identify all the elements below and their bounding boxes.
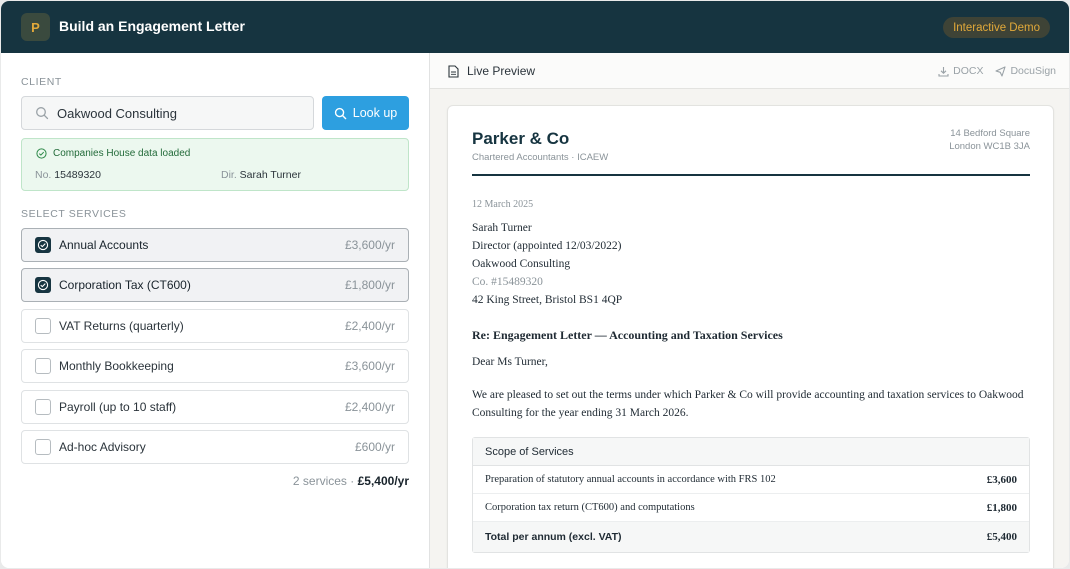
letter-salutation: Dear Ms Turner, bbox=[472, 356, 548, 368]
scope-row-amount: £3,600 bbox=[986, 473, 1017, 486]
director: Dir. Sarah Turner bbox=[221, 169, 301, 181]
service-price: £2,400/yr bbox=[344, 400, 395, 414]
scope-row: Preparation of statutory annual accounts… bbox=[473, 466, 1029, 494]
scope-row: Corporation tax return (CT600) and compu… bbox=[473, 494, 1029, 522]
builder-panel: CLIENT Oakwood Consulting Look up Compan… bbox=[1, 53, 429, 568]
service-name: Annual Accounts bbox=[59, 238, 149, 252]
checkbox[interactable] bbox=[35, 399, 51, 415]
service-option[interactable]: Monthly Bookkeeping £3,600/yr bbox=[21, 349, 409, 383]
checkbox-checked[interactable] bbox=[35, 237, 51, 253]
docx-button[interactable]: DOCX bbox=[938, 65, 983, 77]
scope-heading: Scope of Services bbox=[473, 438, 1029, 466]
status-text: Companies House data loaded bbox=[53, 148, 191, 159]
services-section-label: SELECT SERVICES bbox=[21, 208, 127, 220]
firm-address-line1: 14 Bedford Square bbox=[950, 128, 1030, 139]
docusign-label: DocuSign bbox=[1010, 65, 1056, 77]
check-circle-icon bbox=[36, 148, 47, 159]
firm-address: 14 Bedford Square London WC1B 3JA bbox=[949, 127, 1030, 153]
scope-total-row: Total per annum (excl. VAT) £5,400 bbox=[473, 522, 1029, 552]
preview-header: Live Preview DOCX DocuSign bbox=[430, 53, 1069, 89]
companies-house-status: Companies House data loaded bbox=[36, 148, 190, 159]
checkbox[interactable] bbox=[35, 358, 51, 374]
document-icon bbox=[448, 64, 459, 78]
service-option[interactable]: Corporation Tax (CT600) £1,800/yr bbox=[21, 268, 409, 302]
service-option[interactable]: Ad-hoc Advisory £600/yr bbox=[21, 430, 409, 464]
scope-total-label: Total per annum (excl. VAT) bbox=[485, 531, 622, 543]
service-price: £1,800/yr bbox=[344, 278, 395, 292]
letter-body: We are pleased to set out the terms unde… bbox=[472, 389, 1024, 419]
recipient-company: Oakwood Consulting bbox=[472, 258, 571, 270]
recipient-address: 42 King Street, Bristol BS1 4QP bbox=[472, 294, 623, 306]
client-section-label: CLIENT bbox=[21, 76, 62, 88]
app-logo: P bbox=[21, 13, 50, 41]
docx-label: DOCX bbox=[953, 65, 984, 77]
service-price: £600/yr bbox=[354, 440, 395, 454]
letter-document: Parker & Co Chartered Accountants · ICAE… bbox=[447, 105, 1054, 568]
scope-row-desc: Preparation of statutory annual accounts… bbox=[485, 474, 776, 485]
preview-panel: Live Preview DOCX DocuSign Parker & Co C… bbox=[429, 53, 1069, 568]
top-bar: P Build an Engagement Letter Interactive… bbox=[1, 1, 1069, 53]
scope-row-desc: Corporation tax return (CT600) and compu… bbox=[485, 502, 695, 513]
checkbox[interactable] bbox=[35, 318, 51, 334]
header-rule bbox=[472, 174, 1030, 176]
app-window: P Build an Engagement Letter Interactive… bbox=[1, 1, 1069, 568]
service-option[interactable]: VAT Returns (quarterly) £2,400/yr bbox=[21, 309, 409, 343]
service-name: Ad-hoc Advisory bbox=[59, 440, 146, 454]
recipient-company-number: Co. #15489320 bbox=[472, 276, 543, 288]
service-price: £2,400/yr bbox=[344, 319, 395, 333]
director-value: Sarah Turner bbox=[239, 169, 301, 181]
checkbox[interactable] bbox=[35, 439, 51, 455]
preview-title: Live Preview bbox=[448, 64, 535, 78]
company-number: No. 15489320 bbox=[35, 169, 101, 181]
check-circle-icon bbox=[37, 279, 49, 291]
service-price: £3,600/yr bbox=[344, 359, 395, 373]
services-summary: 2 services · £5,400/yr bbox=[293, 474, 409, 488]
firm-name: Parker & Co bbox=[472, 129, 570, 148]
company-number-label: No. bbox=[35, 169, 52, 181]
lookup-label: Look up bbox=[352, 106, 398, 120]
summary-total: £5,400/yr bbox=[357, 474, 409, 488]
preview-title-text: Live Preview bbox=[467, 64, 536, 78]
companies-house-panel: Companies House data loaded No. 15489320… bbox=[21, 138, 409, 191]
firm-subtitle: Chartered Accountants · ICAEW bbox=[472, 152, 609, 163]
send-icon bbox=[995, 65, 1007, 77]
service-name: Monthly Bookkeeping bbox=[59, 359, 174, 373]
docusign-button[interactable]: DocuSign bbox=[995, 65, 1056, 77]
recipient-name: Sarah Turner bbox=[472, 222, 532, 234]
company-number-value: 15489320 bbox=[54, 169, 101, 181]
export-actions: DOCX DocuSign bbox=[938, 65, 1056, 77]
service-price: £3,600/yr bbox=[344, 238, 395, 252]
firm-address-line2: London WC1B 3JA bbox=[949, 141, 1030, 152]
service-option[interactable]: Annual Accounts £3,600/yr bbox=[21, 228, 409, 262]
client-search-input[interactable]: Oakwood Consulting bbox=[21, 96, 314, 130]
recipient-role: Director (appointed 12/03/2022) bbox=[472, 240, 622, 252]
director-label: Dir. bbox=[221, 169, 237, 181]
service-option[interactable]: Payroll (up to 10 staff) £2,400/yr bbox=[21, 390, 409, 424]
search-icon bbox=[36, 107, 49, 120]
letter-subject: Re: Engagement Letter — Accounting and T… bbox=[472, 328, 783, 342]
lookup-button[interactable]: Look up bbox=[322, 96, 409, 130]
service-name: VAT Returns (quarterly) bbox=[59, 319, 184, 333]
checkbox-checked[interactable] bbox=[35, 277, 51, 293]
service-name: Payroll (up to 10 staff) bbox=[59, 400, 177, 414]
scope-row-amount: £1,800 bbox=[986, 501, 1017, 514]
service-name: Corporation Tax (CT600) bbox=[59, 278, 191, 292]
download-icon bbox=[938, 66, 949, 77]
letter-date: 12 March 2025 bbox=[472, 199, 534, 210]
scope-table: Scope of Services Preparation of statuto… bbox=[472, 437, 1030, 553]
search-icon bbox=[334, 107, 347, 119]
app-title: Build an Engagement Letter bbox=[59, 18, 245, 34]
client-search-value: Oakwood Consulting bbox=[57, 106, 177, 121]
check-circle-icon bbox=[37, 239, 49, 251]
scope-total-amount: £5,400 bbox=[986, 531, 1017, 543]
demo-badge: Interactive Demo bbox=[943, 17, 1050, 38]
summary-count: 2 services · bbox=[292, 474, 355, 488]
